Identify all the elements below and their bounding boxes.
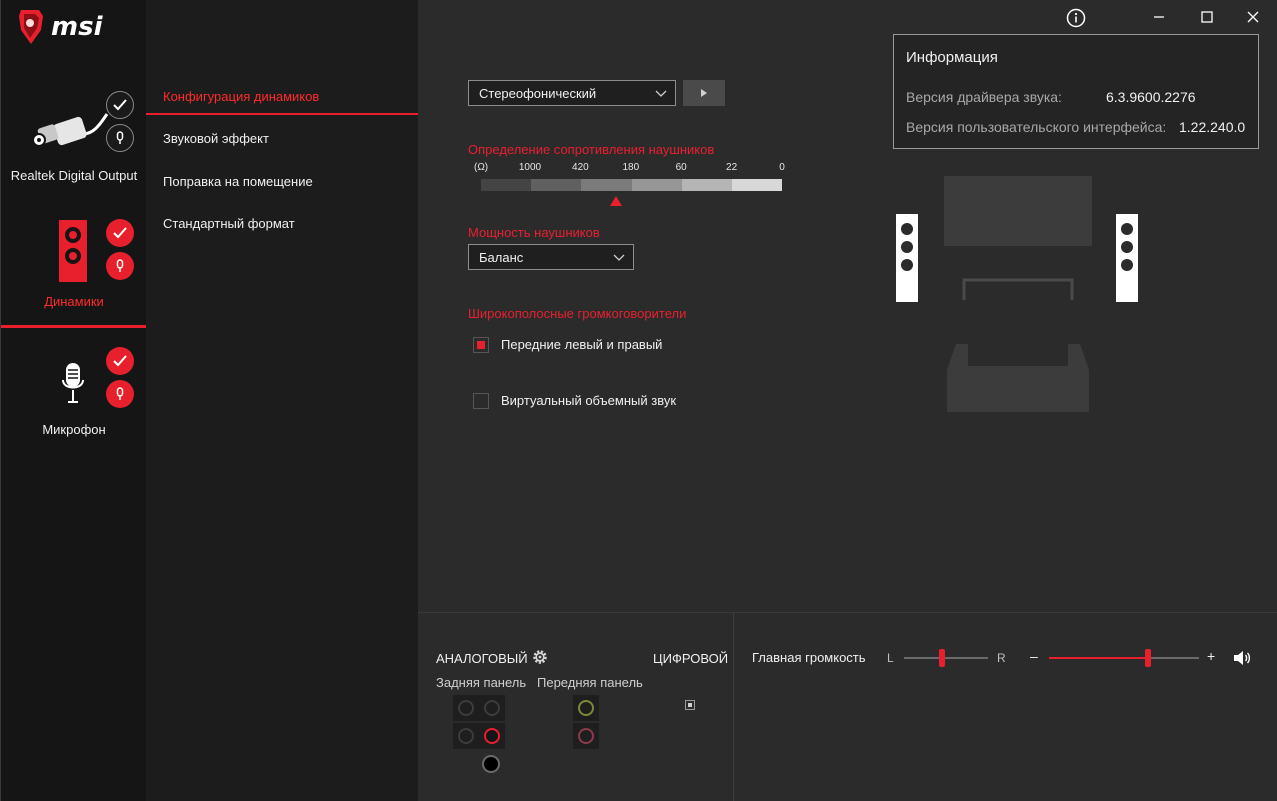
rear-jack[interactable] <box>453 695 479 721</box>
device-label: Микрофон <box>42 422 106 437</box>
menu-active-underline <box>146 113 418 115</box>
maximize-icon[interactable] <box>1200 10 1214 29</box>
fullrange-title: Широкополосные громкоговорители <box>468 306 687 321</box>
mic-status-icon[interactable] <box>106 124 134 152</box>
active-device-underline <box>1 325 147 328</box>
master-volume-label: Главная громкость <box>752 650 866 665</box>
analog-label: АНАЛОГОВЫЙ <box>436 651 528 666</box>
device-microphone[interactable]: Микрофон <box>1 336 147 446</box>
spdif-jack-icon[interactable] <box>685 700 695 710</box>
impedance-bar <box>481 179 783 191</box>
menu-item-room-correction[interactable]: Поправка на помещение <box>163 174 313 189</box>
impedance-tick: 180 <box>622 162 640 173</box>
chevron-down-icon <box>655 90 667 97</box>
impedance-marker-icon <box>610 196 623 206</box>
settings-menu: Конфигурация динамиков Звуковой эффект П… <box>146 0 418 801</box>
menu-item-sound-effect[interactable]: Звуковой эффект <box>163 131 269 146</box>
impedance-title: Определение сопротивления наушников <box>468 142 715 157</box>
volume-thumb[interactable] <box>1145 649 1151 667</box>
digital-label: ЦИФРОВОЙ <box>653 651 729 666</box>
close-icon[interactable] <box>1246 10 1260 29</box>
info-panel: Информация Версия драйвера звука: 6.3.96… <box>893 34 1259 149</box>
front-lr-checkbox[interactable] <box>473 337 489 353</box>
speaker-mode-value: Стереофонический <box>479 85 597 101</box>
chevron-down-icon <box>613 254 625 261</box>
bottom-divider <box>733 612 734 801</box>
left-speaker-icon <box>896 214 918 302</box>
front-jack-headphone[interactable] <box>573 695 599 721</box>
master-volume-slider[interactable] <box>1049 649 1199 667</box>
headphone-power-title: Мощность наушников <box>468 225 600 240</box>
speaker-volume-icon[interactable] <box>1233 650 1251 666</box>
ui-version-value: 1.22.240.0 <box>1179 119 1246 135</box>
balance-slider[interactable] <box>904 649 988 667</box>
front-panel-label: Передняя панель <box>537 675 643 690</box>
impedance-tick: 60 <box>675 162 687 173</box>
play-test-button[interactable] <box>683 80 725 106</box>
info-icon[interactable] <box>1066 8 1086 33</box>
minimize-icon[interactable] <box>1152 10 1166 29</box>
headphone-power-value: Баланс <box>479 249 524 265</box>
headphone-power-dropdown[interactable]: Баланс <box>468 244 634 270</box>
rear-jack[interactable] <box>479 695 505 721</box>
brand-name: msi <box>51 12 104 42</box>
driver-version-label: Версия драйвера звука: <box>906 89 1062 105</box>
play-icon <box>701 89 707 97</box>
balance-right-label: R <box>997 651 1006 665</box>
msi-logo: msi <box>15 8 145 46</box>
rear-panel-label: Задняя панель <box>436 675 527 690</box>
device-sidebar: msi Realtek Digital Output Динамики Микр… <box>0 0 147 801</box>
balance-thumb[interactable] <box>938 649 945 667</box>
driver-version-value: 6.3.9600.2276 <box>1106 89 1196 105</box>
device-speakers[interactable]: Динамики <box>1 205 147 329</box>
gear-icon[interactable] <box>531 648 549 666</box>
status-check-icon <box>106 347 134 375</box>
front-jack-mic[interactable] <box>573 723 599 749</box>
device-realtek-digital-output[interactable]: Realtek Digital Output <box>1 84 147 194</box>
speaker-mode-dropdown[interactable]: Стереофонический <box>468 80 676 106</box>
impedance-tick: 420 <box>572 162 589 173</box>
info-title: Информация <box>906 49 998 66</box>
volume-up-button[interactable]: + <box>1207 648 1215 664</box>
menu-item-speaker-config[interactable]: Конфигурация динамиков <box>163 89 319 104</box>
right-speaker-icon <box>1116 214 1138 302</box>
menu-item-default-format[interactable]: Стандартный формат <box>163 216 295 231</box>
rear-jack[interactable] <box>453 723 479 749</box>
status-check-icon <box>106 91 134 119</box>
rear-jack-digital[interactable] <box>482 755 500 773</box>
speaker-room-illustration <box>896 176 1138 412</box>
front-lr-label: Передние левый и правый <box>501 337 663 352</box>
device-label: Realtek Digital Output <box>10 168 138 183</box>
status-check-icon <box>106 219 134 247</box>
impedance-tick: 22 <box>726 162 738 173</box>
ui-version-label: Версия пользовательского интерфейса: <box>906 119 1167 135</box>
bottom-panel: АНАЛОГОВЫЙ ЦИФРОВОЙ Задняя панель Передн… <box>418 612 1277 801</box>
virtual-surround-label: Виртуальный объемный звук <box>501 393 677 408</box>
digital-cable-icon <box>32 113 109 147</box>
device-label: Динамики <box>44 294 104 309</box>
impedance-tick: 0 <box>779 162 785 173</box>
speaker-icon <box>59 220 87 282</box>
virtual-surround-checkbox[interactable] <box>473 393 489 409</box>
impedance-unit: (Ω) <box>474 162 489 173</box>
mic-status-icon[interactable] <box>106 380 134 408</box>
impedance-tick: 1000 <box>518 162 542 173</box>
volume-down-button[interactable]: – <box>1030 648 1038 664</box>
volume-fill <box>1049 657 1148 659</box>
balance-left-label: L <box>887 651 894 665</box>
microphone-icon <box>62 363 84 403</box>
rear-jack-speaker[interactable] <box>479 723 505 749</box>
mic-status-icon[interactable] <box>106 252 134 280</box>
